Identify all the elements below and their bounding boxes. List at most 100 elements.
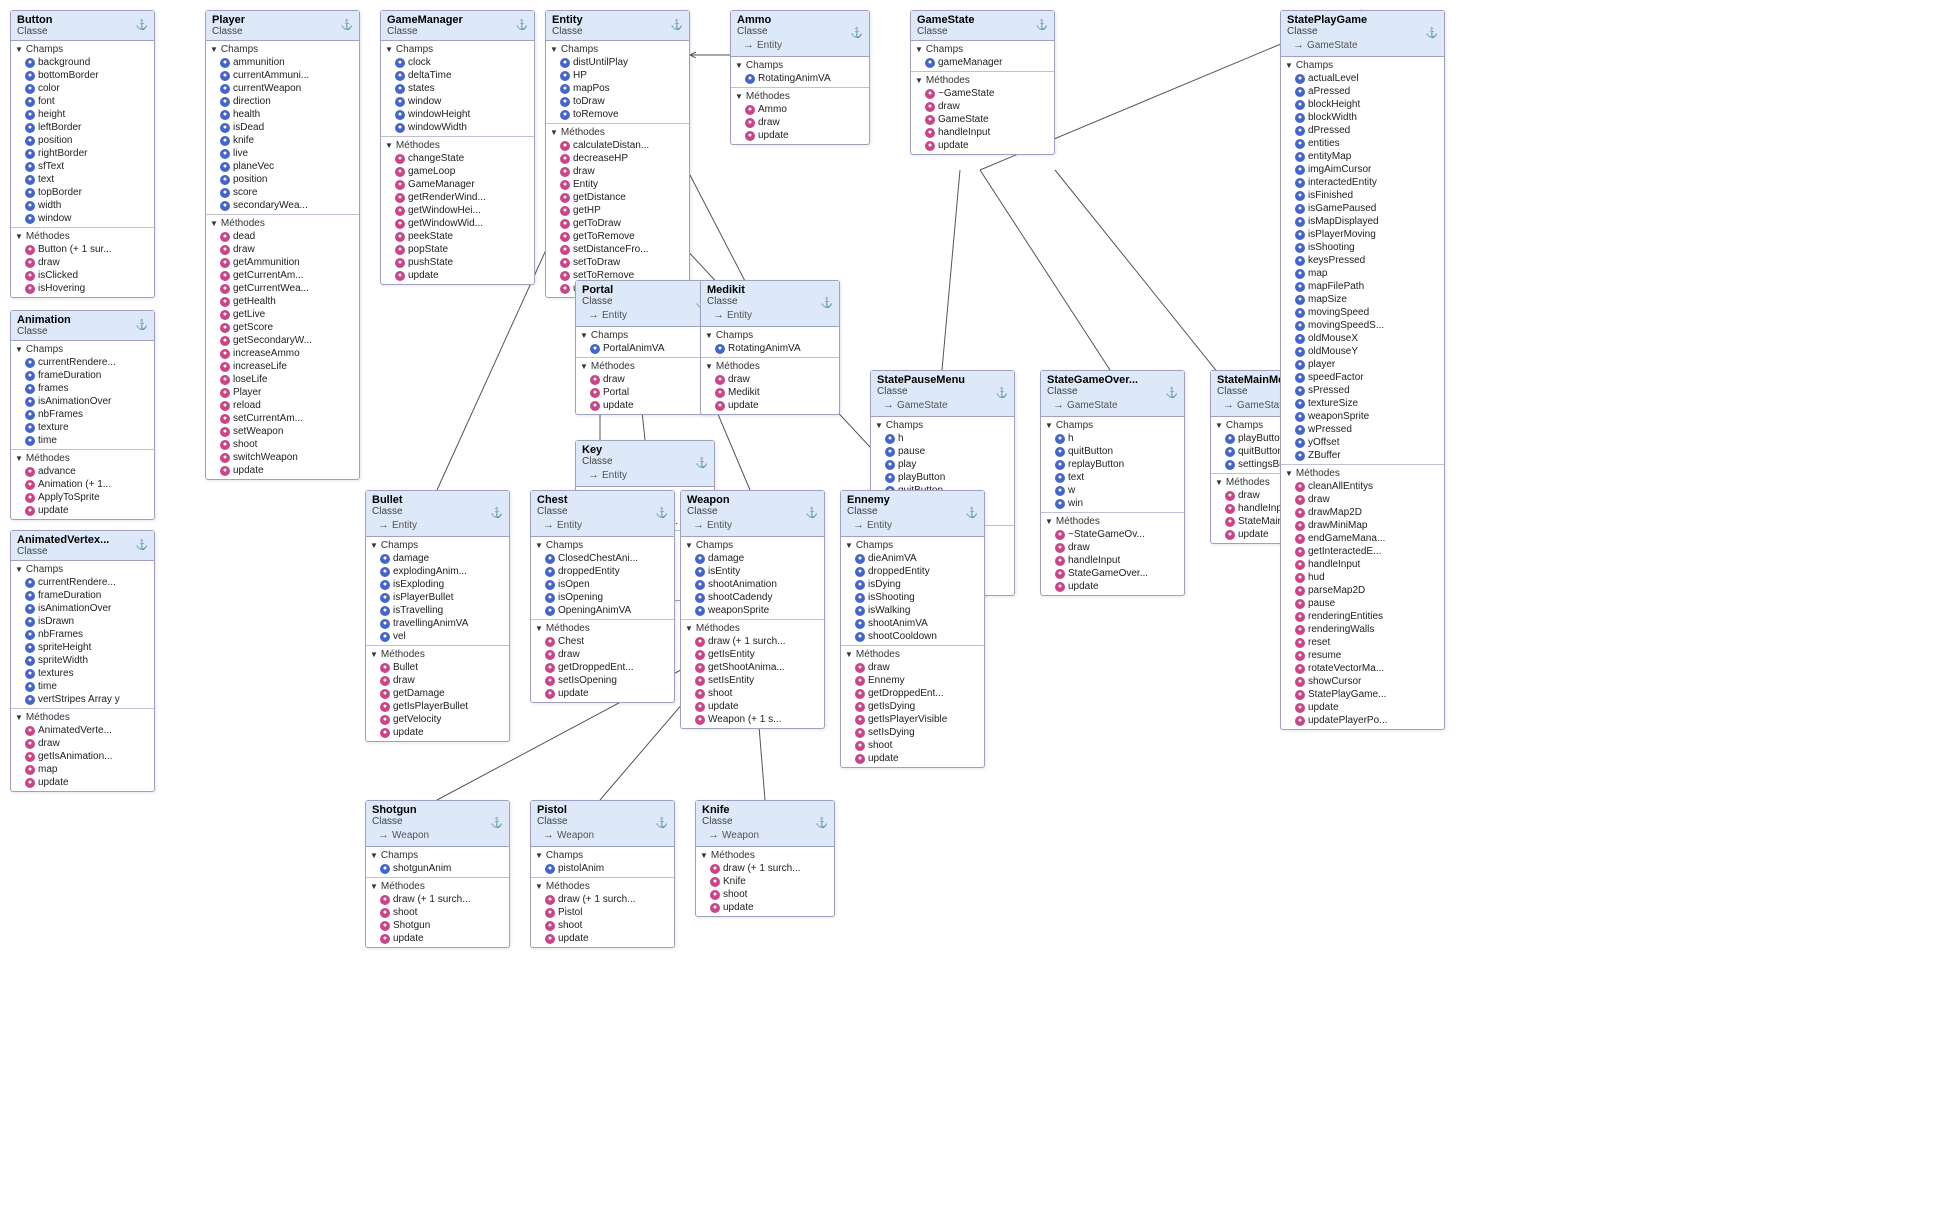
method-icon: ● — [395, 271, 405, 281]
method-item: ●update — [685, 700, 820, 713]
method-icon: ● — [560, 258, 570, 268]
triangle-icon: ▼ — [1215, 478, 1223, 487]
card-button[interactable]: Button Classe ⚓ ▼ Champs●background●bott… — [10, 10, 155, 298]
field-item: ●isEntity — [685, 565, 820, 578]
method-name: update — [728, 400, 759, 411]
field-name: shootAnimation — [708, 579, 777, 590]
field-name: PortalAnimVA — [603, 343, 665, 354]
field-item: ●distUntilPlay — [550, 56, 685, 69]
field-icon: ● — [25, 214, 35, 224]
method-name: draw — [603, 374, 625, 385]
method-name: update — [558, 933, 589, 944]
anchor-icon: ⚓ — [696, 458, 708, 469]
method-icon: ● — [1295, 547, 1305, 557]
triangle-icon: ▼ — [845, 650, 853, 659]
method-icon: ● — [925, 102, 935, 112]
method-item: ●handleInput — [915, 126, 1050, 139]
field-name: wPressed — [1308, 424, 1352, 435]
method-item: ●getWindowHei... — [385, 204, 530, 217]
method-name: draw — [1068, 542, 1090, 553]
field-icon: ● — [695, 593, 705, 603]
method-name: setToDraw — [573, 257, 620, 268]
card-gamemanager[interactable]: GameManager Classe ⚓ ▼ Champs●clock●delt… — [380, 10, 535, 285]
field-name: texture — [38, 422, 69, 433]
method-name: updatePlayerPo... — [1308, 715, 1388, 726]
methods-section-button: ▼ Méthodes●Button (+ 1 sur...●draw●isCli… — [11, 228, 154, 297]
field-name: droppedEntity — [868, 566, 930, 577]
card-medikit[interactable]: Medikit Classe → Entity ⚓ ▼ Champs●Rotat… — [700, 280, 840, 415]
card-weapon[interactable]: Weapon Classe → Entity ⚓ ▼ Champs●damage… — [680, 490, 825, 729]
method-name: getDroppedEnt... — [558, 662, 634, 673]
field-icon: ● — [560, 97, 570, 107]
anchor-icon: ⚓ — [806, 508, 818, 519]
fields-section-shotgun: ▼ Champs●shotgunAnim — [366, 847, 509, 878]
method-name: update — [603, 400, 634, 411]
field-item: ●actualLevel — [1285, 72, 1440, 85]
field-icon: ● — [25, 630, 35, 640]
method-icon: ● — [1295, 599, 1305, 609]
method-item: ●endGameMana... — [1285, 532, 1440, 545]
card-animation[interactable]: Animation Classe ⚓ ▼ Champs●currentRende… — [10, 310, 155, 520]
method-item: ●getDroppedEnt... — [845, 687, 980, 700]
method-name: getToRemove — [573, 231, 635, 242]
triangle-icon: ▼ — [15, 232, 23, 241]
card-ammo[interactable]: Ammo Classe → Entity ⚓ ▼ Champs●Rotating… — [730, 10, 870, 145]
card-type: Classe — [537, 816, 600, 827]
field-name: isOpening — [558, 592, 603, 603]
field-name: nbFrames — [38, 629, 83, 640]
field-item: ●RotatingAnimVA — [705, 342, 835, 355]
method-icon: ● — [25, 778, 35, 788]
card-stateplaygame[interactable]: StatePlayGame Classe → GameState ⚓ ▼ Cha… — [1280, 10, 1445, 730]
method-item: ●AnimatedVerte... — [15, 724, 150, 737]
field-name: secondaryWea... — [233, 200, 308, 211]
method-item: ●popState — [385, 243, 530, 256]
card-knife[interactable]: Knife Classe → Weapon ⚓ ▼ Méthodes●draw … — [695, 800, 835, 917]
field-item: ●isOpening — [535, 591, 670, 604]
field-icon: ● — [1295, 178, 1305, 188]
card-stategameover[interactable]: StateGameOver... Classe → GameState ⚓ ▼ … — [1040, 370, 1185, 596]
card-pistol[interactable]: Pistol Classe → Weapon ⚓ ▼ Champs●pistol… — [530, 800, 675, 948]
field-icon: ● — [925, 58, 935, 68]
method-name: pushState — [408, 257, 453, 268]
method-name: ApplyToSprite — [38, 492, 100, 503]
field-name: h — [1068, 433, 1074, 444]
card-animatedvertex[interactable]: AnimatedVertex... Classe ⚓ ▼ Champs●curr… — [10, 530, 155, 792]
field-icon: ● — [1055, 434, 1065, 444]
card-portal[interactable]: Portal Classe → Entity ⚓ ▼ Champs●Portal… — [575, 280, 715, 415]
field-icon: ● — [560, 110, 570, 120]
triangle-icon: ▼ — [550, 128, 558, 137]
field-item: ●width — [15, 199, 150, 212]
field-icon: ● — [25, 656, 35, 666]
fields-label: ▼ Champs — [370, 539, 505, 552]
method-icon: ● — [1295, 495, 1305, 505]
field-name: vertStripes Array y — [38, 694, 120, 705]
card-inherit: → GameState — [1047, 397, 1138, 413]
method-icon: ● — [220, 401, 230, 411]
method-icon: ● — [925, 89, 935, 99]
triangle-icon: ▼ — [685, 541, 693, 550]
card-player[interactable]: Player Classe ⚓ ▼ Champs●ammunition●curr… — [205, 10, 360, 480]
card-shotgun[interactable]: Shotgun Classe → Weapon ⚓ ▼ Champs●shotg… — [365, 800, 510, 948]
field-name: currentWeapon — [233, 83, 301, 94]
methods-label: ▼ Méthodes — [15, 711, 150, 724]
card-ennemy[interactable]: Ennemy Classe → Entity ⚓ ▼ Champs●dieAni… — [840, 490, 985, 768]
field-name: direction — [233, 96, 271, 107]
card-title: Portal — [582, 284, 633, 296]
card-entity[interactable]: Entity Classe ⚓ ▼ Champs●distUntilPlay●H… — [545, 10, 690, 298]
method-item: ●showCursor — [1285, 675, 1440, 688]
methods-label: ▼ Méthodes — [735, 90, 865, 103]
field-name: ZBuffer — [1308, 450, 1341, 461]
field-name: w — [1068, 485, 1075, 496]
field-icon: ● — [545, 554, 555, 564]
methods-section-ennemy: ▼ Méthodes●draw●Ennemy●getDroppedEnt...●… — [841, 646, 984, 767]
card-bullet[interactable]: Bullet Classe → Entity ⚓ ▼ Champs●damage… — [365, 490, 510, 742]
field-icon: ● — [380, 632, 390, 642]
method-icon: ● — [380, 702, 390, 712]
method-item: ●GameManager — [385, 178, 530, 191]
field-icon: ● — [380, 606, 390, 616]
card-gamestate[interactable]: GameState Classe ⚓ ▼ Champs●gameManager▼… — [910, 10, 1055, 155]
card-header-button: Button Classe ⚓ — [11, 11, 154, 41]
field-icon: ● — [25, 71, 35, 81]
field-name: OpeningAnimVA — [558, 605, 631, 616]
card-chest[interactable]: Chest Classe → Entity ⚓ ▼ Champs●ClosedC… — [530, 490, 675, 703]
